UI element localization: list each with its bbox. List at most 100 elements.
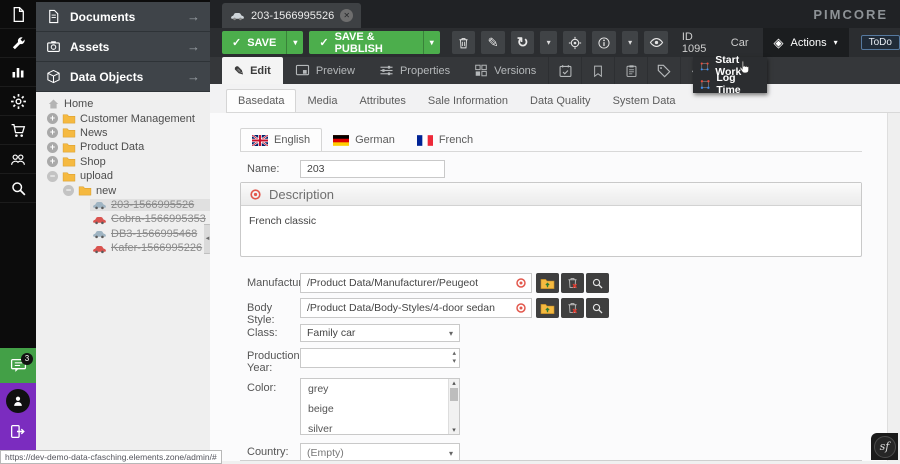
description-value[interactable]: French classic [241, 206, 861, 236]
open-document-tab[interactable]: 203-1566995526 ✕ [222, 3, 361, 28]
plus-icon[interactable]: + [47, 142, 58, 153]
customers-icon[interactable] [0, 145, 36, 174]
manufacturer-open-button[interactable] [536, 273, 559, 293]
toolbar: ✓SAVE ▾ ✓SAVE & PUBLISH ▾ ✎ ↻ ▾ ▾ ID 109… [210, 28, 900, 57]
tab-basedata[interactable]: Basedata [226, 89, 296, 112]
tree-item-customer-management[interactable]: + Customer Management [36, 111, 210, 125]
tree-item-news[interactable]: + News [36, 126, 210, 140]
search-icon[interactable] [0, 174, 36, 203]
tree-item-kafer[interactable]: Kafer-1566995226 [36, 241, 210, 255]
tree-item-db3[interactable]: DB3-1566995468 [36, 227, 210, 241]
list-scrollbar[interactable]: ▴ ▾ [448, 379, 459, 434]
color-option-grey[interactable]: grey [301, 379, 459, 399]
tab-preview[interactable]: Preview [283, 57, 367, 84]
reports-icon[interactable] [0, 58, 36, 87]
scroll-down-icon[interactable]: ▾ [449, 426, 459, 434]
body-style-remove-button[interactable] [561, 298, 584, 318]
sliders-icon [379, 64, 394, 77]
locate-in-tree-button[interactable] [563, 31, 587, 54]
body-style-open-button[interactable] [536, 298, 559, 318]
tree-item-203[interactable]: 203-1566995526 [36, 198, 210, 212]
manufacturer-search-button[interactable] [586, 273, 609, 293]
tree-item-shop[interactable]: + Shop [36, 155, 210, 169]
tools-icon[interactable] [0, 29, 36, 58]
spinner-down-icon[interactable]: ▾ [452, 358, 456, 366]
tab-bookmark[interactable] [581, 57, 614, 84]
body-style-relation-field[interactable] [300, 298, 532, 318]
avatar[interactable] [6, 389, 30, 413]
tab-media[interactable]: Media [296, 90, 348, 112]
production-year-stepper[interactable]: ▴ ▾ [300, 348, 460, 368]
ecommerce-cart-icon[interactable] [0, 116, 36, 145]
tab-properties[interactable]: Properties [367, 57, 462, 84]
menu-item-start-work[interactable]: Start Work [693, 57, 767, 75]
tab-system-data[interactable]: System Data [602, 90, 687, 112]
actions-button[interactable]: ◈ Actions ▾ [763, 28, 849, 57]
accordion-assets[interactable]: Assets → [36, 32, 210, 62]
color-option-beige[interactable]: beige [301, 399, 459, 419]
plus-icon[interactable]: + [47, 156, 58, 167]
plus-icon[interactable]: + [47, 127, 58, 138]
save-dropdown-caret[interactable]: ▾ [286, 31, 303, 54]
delete-button[interactable] [452, 31, 476, 54]
tab-lang-french[interactable]: French [406, 129, 484, 151]
minus-icon[interactable]: − [47, 171, 58, 182]
settings-icon[interactable] [0, 87, 36, 116]
home-icon [47, 98, 60, 110]
scroll-thumb[interactable] [450, 388, 458, 401]
tab-tags[interactable] [647, 57, 680, 84]
info-button[interactable] [592, 31, 616, 54]
relation-target-icon [515, 277, 527, 289]
logout-button[interactable] [9, 423, 26, 440]
symfony-toolbar-button[interactable]: sf [871, 433, 898, 460]
color-option-silver[interactable]: silver [301, 419, 459, 439]
reload-dropdown-caret[interactable]: ▾ [540, 31, 556, 54]
tree-item-upload[interactable]: − upload [36, 169, 210, 183]
notifications-button[interactable]: 3 [0, 348, 36, 383]
mouse-cursor [738, 60, 751, 74]
class-select[interactable]: Family car ▾ [300, 324, 460, 342]
spinner-up-icon[interactable]: ▴ [452, 350, 456, 358]
tab-edit[interactable]: ✎Edit [222, 57, 283, 84]
tab-attributes[interactable]: Attributes [348, 90, 416, 112]
tab-schedule[interactable] [548, 57, 581, 84]
manufacturer-relation-field[interactable] [300, 273, 532, 293]
manufacturer-remove-button[interactable] [561, 273, 584, 293]
close-icon[interactable]: ✕ [340, 9, 353, 22]
accordion-data-objects[interactable]: Data Objects → [36, 62, 210, 92]
tab-lang-english[interactable]: English [240, 128, 322, 151]
tab-data-quality[interactable]: Data Quality [519, 90, 602, 112]
production-year-label: Production Year: [247, 350, 299, 374]
open-in-browser-button[interactable] [644, 31, 668, 54]
tree-item-home[interactable]: Home [36, 97, 210, 111]
save-publish-dropdown-caret[interactable]: ▾ [423, 31, 440, 54]
color-multiselect[interactable]: grey beige silver ▴ ▾ [300, 378, 460, 435]
documents-icon[interactable] [0, 0, 36, 29]
tab-lang-german[interactable]: German [322, 129, 406, 151]
body-style-search-button[interactable] [586, 298, 609, 318]
save-and-publish-button[interactable]: ✓SAVE & PUBLISH ▾ [309, 31, 439, 54]
tree-item-product-data[interactable]: + Product Data [36, 140, 210, 154]
tree-item-new[interactable]: − new [36, 183, 210, 197]
vertical-scrollbar[interactable] [887, 113, 900, 464]
country-label: Country: [247, 446, 299, 458]
tab-sale-information[interactable]: Sale Information [417, 90, 519, 112]
todo-status-badge[interactable]: ToDo [861, 35, 900, 50]
tab-notes[interactable] [614, 57, 647, 84]
scroll-up-icon[interactable]: ▴ [449, 379, 459, 387]
save-button[interactable]: ✓SAVE ▾ [222, 31, 303, 54]
rename-button[interactable]: ✎ [481, 31, 505, 54]
tab-versions[interactable]: Versions [462, 57, 548, 84]
name-input[interactable] [300, 160, 445, 178]
check-icon: ✓ [319, 36, 328, 49]
info-dropdown-caret[interactable]: ▾ [622, 31, 638, 54]
accordion-documents[interactable]: Documents → [36, 2, 210, 32]
uk-flag-icon [252, 135, 268, 146]
trash-remove-icon [566, 301, 579, 315]
plus-icon[interactable]: + [47, 113, 58, 124]
tree-item-cobra[interactable]: Cobra-1566995353 [36, 212, 210, 226]
camera-icon [46, 39, 61, 54]
minus-icon[interactable]: − [63, 185, 74, 196]
car-icon [92, 243, 107, 254]
reload-button[interactable]: ↻ [511, 31, 535, 54]
